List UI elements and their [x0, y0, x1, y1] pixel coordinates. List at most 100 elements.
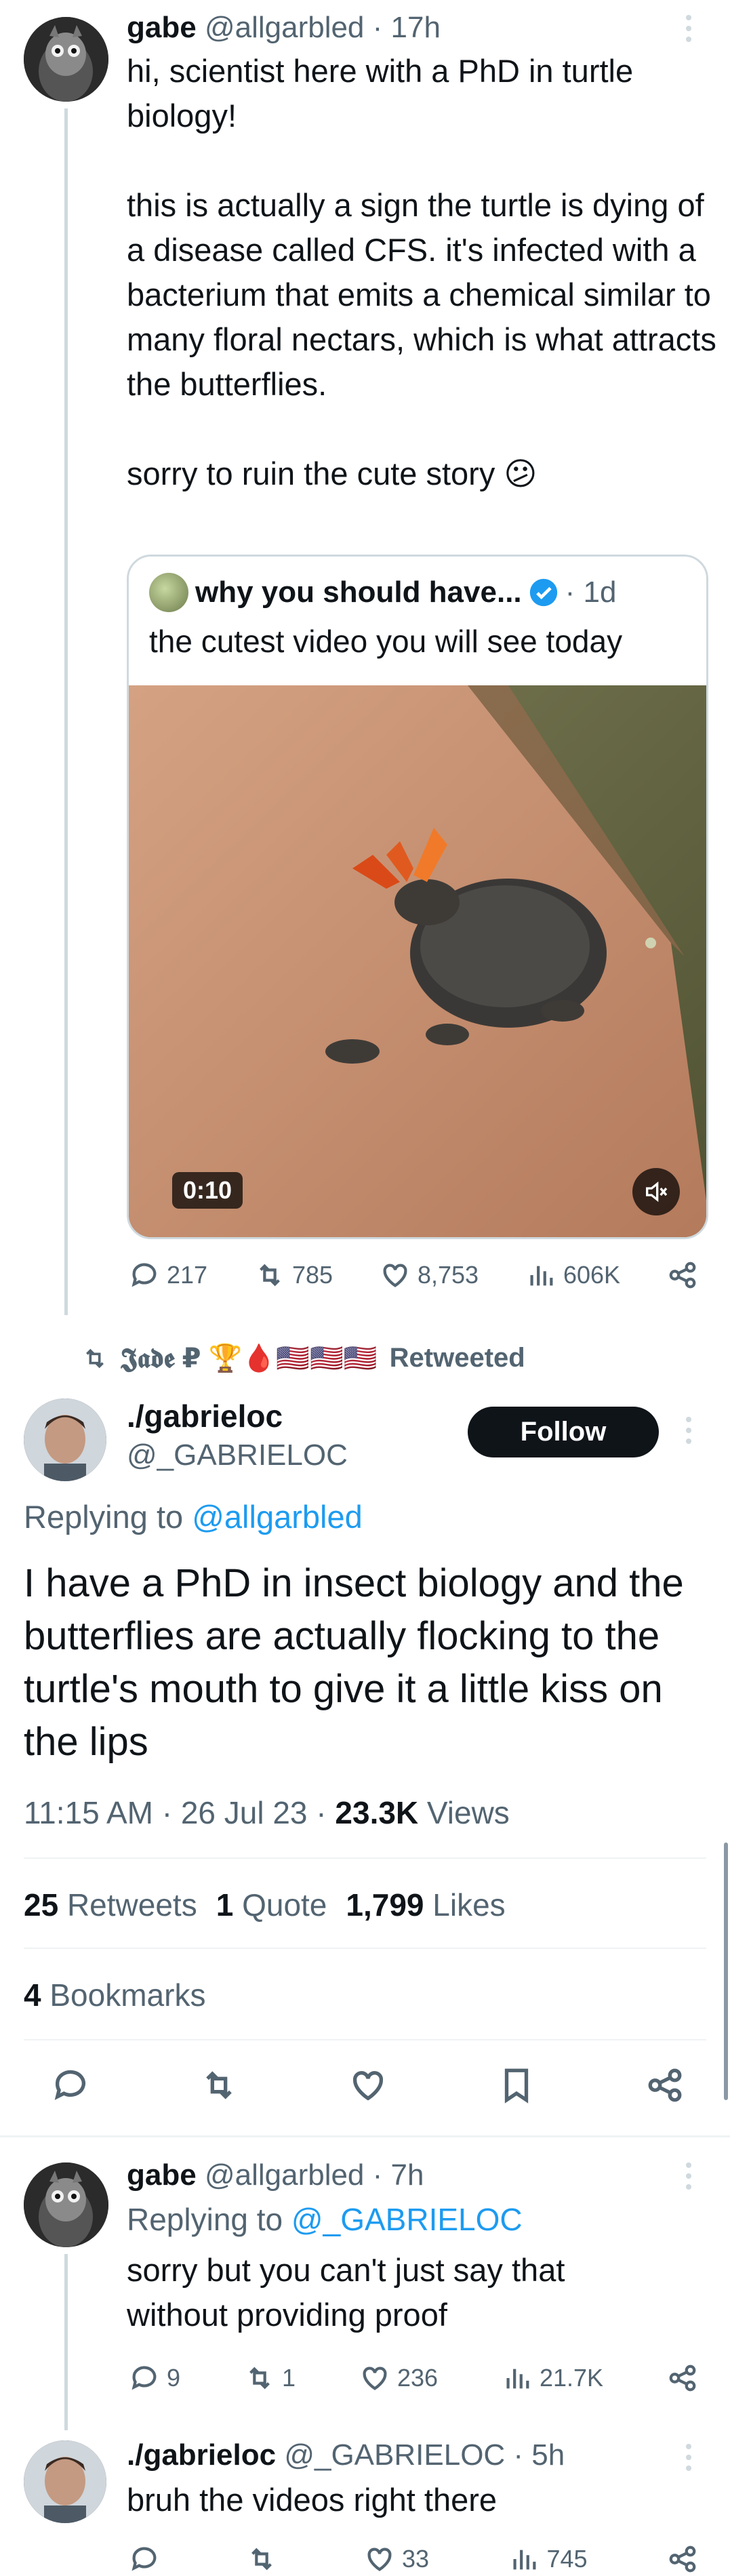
- verified-badge-icon: [529, 578, 557, 607]
- bookmark-icon: [504, 2068, 528, 2104]
- avatar-gabe[interactable]: [24, 17, 108, 102]
- retweet-count: 1: [281, 2364, 296, 2392]
- quote-text: the cutest video you will see today: [149, 624, 623, 659]
- quote-name: why you should have...: [195, 576, 522, 609]
- thread-line: [64, 108, 68, 1315]
- like-button[interactable]: 236: [359, 2362, 438, 2394]
- views-icon: [513, 2550, 536, 2570]
- tweet1-actions: 217 785 8,753 606K: [129, 1260, 698, 1291]
- handle-time[interactable]: @allgarbled · 7h: [205, 2158, 424, 2192]
- like-button[interactable]: [348, 2066, 388, 2105]
- like-count: 236: [397, 2364, 439, 2392]
- avatar-gabe[interactable]: [24, 2162, 108, 2247]
- heart-icon: [352, 2071, 383, 2101]
- retweet-button[interactable]: 1: [244, 2362, 296, 2394]
- main-tweet-text: I have a PhD in insect biology and the b…: [24, 1561, 684, 1764]
- reply1-actions: 9 1 236 21.7K: [129, 2362, 698, 2394]
- retweet-banner: 𝕵𝖆𝖉𝖊 ₽ 🏆🩸🇺🇸🇺🇸🇺🇸 Retweeted: [81, 1342, 525, 1374]
- reply-button[interactable]: 9: [129, 2362, 180, 2394]
- main-tweet-handle[interactable]: @_GABRIELOC: [127, 1438, 348, 1472]
- share-icon: [648, 2068, 682, 2102]
- reply-button[interactable]: [129, 2543, 167, 2575]
- reply-button[interactable]: 217: [129, 1260, 207, 1291]
- more-icon[interactable]: [685, 1417, 693, 1444]
- replying-handle-link[interactable]: @allgarbled: [192, 1499, 363, 1535]
- more-icon[interactable]: [685, 2444, 693, 2471]
- avatar-gabrieloc[interactable]: [24, 2440, 106, 2523]
- retweet-icon: [251, 2548, 272, 2571]
- quoted-tweet[interactable]: why you should have... · 1d the cutest v…: [127, 555, 708, 1239]
- share-button[interactable]: [667, 2362, 698, 2394]
- views-button[interactable]: 606K: [525, 1260, 620, 1291]
- quotes-stat[interactable]: 1 Quote: [216, 1887, 327, 1923]
- retweeter-name[interactable]: 𝕵𝖆𝖉𝖊 ₽ 🏆🩸🇺🇸🇺🇸🇺🇸: [121, 1342, 378, 1374]
- video-player[interactable]: 0:10: [129, 685, 706, 1237]
- scrollbar[interactable]: [724, 1843, 728, 2100]
- replying-handle-link[interactable]: @_GABRIELOC: [291, 2202, 523, 2237]
- display-name[interactable]: gabe: [127, 2158, 197, 2192]
- share-button[interactable]: [667, 2543, 698, 2575]
- share-button[interactable]: [667, 1260, 698, 1291]
- replying-to: Replying to @allgarbled: [24, 1498, 363, 1535]
- share-button[interactable]: [645, 2066, 685, 2105]
- divider: [24, 1857, 706, 1859]
- like-count: 8,753: [417, 1261, 479, 1289]
- reply2-text: bruh the videos right there: [127, 2482, 498, 2518]
- timestamp-text[interactable]: 11:15 AM · 26 Jul 23 ·: [24, 1795, 335, 1830]
- likes-stat[interactable]: 1,799 Likes: [346, 1887, 505, 1923]
- display-name[interactable]: ./gabrieloc: [127, 2438, 276, 2472]
- tweet1-text: hi, scientist here with a PhD in turtle …: [127, 53, 716, 491]
- share-icon: [669, 2545, 696, 2573]
- retweets-stat[interactable]: 25 Retweets: [24, 1887, 197, 1923]
- more-icon[interactable]: [685, 2162, 693, 2190]
- share-icon: [669, 1262, 696, 1289]
- like-button[interactable]: 33: [364, 2543, 429, 2575]
- quote-header: why you should have... · 1d: [149, 573, 616, 612]
- retweet-button[interactable]: 785: [254, 1260, 333, 1291]
- handle-time[interactable]: @allgarbled · 17h: [205, 11, 441, 44]
- reply-icon: [54, 2070, 85, 2100]
- avatar-gabrieloc[interactable]: [24, 1398, 106, 1481]
- views-count: 23.3K: [335, 1795, 419, 1830]
- tweet1-header: gabe @allgarbled · 17h: [127, 8, 441, 47]
- views-button[interactable]: 745: [508, 2543, 588, 2575]
- reply-icon: [131, 2547, 157, 2571]
- handle-time[interactable]: @_GABRIELOC · 5h: [284, 2438, 565, 2472]
- mute-button[interactable]: [632, 1168, 680, 1215]
- retweet-icon: [260, 1264, 280, 1287]
- follow-button[interactable]: Follow: [468, 1407, 659, 1457]
- reply1-header: gabe @allgarbled · 7h: [127, 2156, 424, 2195]
- replying-prefix: Replying to: [127, 2202, 291, 2237]
- reply-count: 9: [167, 2364, 181, 2392]
- mute-icon: [646, 1181, 668, 1203]
- reply2-header: ./gabrieloc @_GABRIELOC · 5h: [127, 2436, 565, 2475]
- retweet-button[interactable]: [246, 2543, 284, 2575]
- display-name[interactable]: gabe: [127, 11, 197, 44]
- main-tweet-timestamp: 11:15 AM · 26 Jul 23 · 23.3K Views: [24, 1794, 510, 1831]
- heart-icon: [367, 2548, 392, 2571]
- video-frame: [129, 685, 706, 1237]
- like-button[interactable]: 8,753: [380, 1260, 479, 1291]
- quote-avatar: [149, 573, 188, 612]
- main-tweet-name[interactable]: ./gabrieloc: [127, 1398, 283, 1434]
- bookmarks-stat[interactable]: 4 Bookmarks: [24, 1977, 205, 2013]
- like-count: 33: [401, 2545, 429, 2573]
- bookmark-button[interactable]: [497, 2066, 536, 2105]
- views-button[interactable]: 21.7K: [502, 2362, 603, 2394]
- video-duration-badge: 0:10: [172, 1172, 243, 1209]
- views-label: Views: [418, 1795, 510, 1830]
- divider: [24, 2039, 706, 2040]
- retweet-button[interactable]: [199, 2066, 239, 2105]
- reply-button[interactable]: [51, 2066, 90, 2105]
- heart-icon: [363, 2367, 387, 2390]
- thread-line: [64, 2254, 68, 2430]
- more-icon[interactable]: [685, 15, 693, 42]
- reply-count: 217: [167, 1261, 208, 1289]
- share-icon: [669, 2364, 696, 2392]
- main-tweet-actions: [51, 2066, 685, 2105]
- views-icon: [506, 2369, 529, 2389]
- divider: [0, 2135, 730, 2137]
- retweet-count: 785: [291, 1261, 333, 1289]
- engagement-stats: 25 Retweets 1 Quote 1,799 Likes: [24, 1887, 506, 1923]
- retweeted-label: Retweeted: [389, 1343, 525, 1373]
